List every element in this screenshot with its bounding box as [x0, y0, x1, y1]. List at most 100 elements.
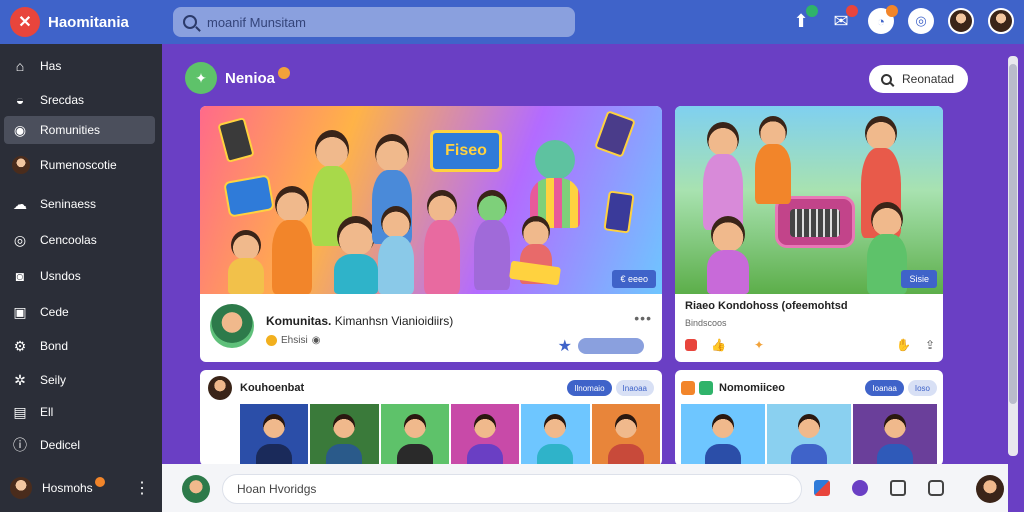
- sidebar-item-label: Srecdas: [40, 93, 85, 107]
- flag-icon[interactable]: [685, 339, 697, 351]
- sidebar-item-cede[interactable]: ▣ Cede: [4, 298, 155, 326]
- share-icon[interactable]: ⇪: [925, 338, 935, 352]
- sidebar-item-dedicel[interactable]: ⓘ Dedicel: [4, 431, 155, 459]
- sidebar-profile[interactable]: Hosmohs ⋮: [10, 474, 150, 502]
- video-thumbnail[interactable]: [591, 404, 660, 466]
- thumbs-up-icon[interactable]: 👍: [711, 338, 726, 352]
- sidebar-item-usndos[interactable]: ◙ Usndos: [4, 262, 155, 290]
- child-figure: [472, 190, 512, 290]
- image-icon[interactable]: [890, 480, 906, 496]
- video-thumbnail[interactable]: [380, 404, 449, 466]
- sidebar-item-bond[interactable]: ⚙ Bond: [4, 332, 155, 360]
- post-title[interactable]: Komunitas. Kimanhsn Vianioidiirs): [266, 314, 453, 328]
- message-input[interactable]: Hoan Hvoridgs: [222, 474, 802, 504]
- child-figure: [226, 230, 266, 294]
- activity-icon[interactable]: ◔: [868, 5, 898, 34]
- recent-button-label: Reonatad: [902, 72, 955, 86]
- coin-icon: [266, 335, 277, 346]
- sidebar-item-cencoolas[interactable]: ◎ Cencoolas: [4, 226, 155, 254]
- sidebar-item-ell[interactable]: ▤ Ell: [4, 398, 155, 426]
- chat-icon[interactable]: ◎: [908, 8, 934, 34]
- video-thumbnail[interactable]: [681, 404, 765, 466]
- video-thumbnail[interactable]: [310, 404, 379, 466]
- video-thumbnail[interactable]: [450, 404, 520, 466]
- gift-icon[interactable]: ✦: [754, 338, 764, 352]
- video-card[interactable]: Nomomiiceo Ioanaa Ioso: [675, 370, 943, 466]
- hero-image: Fiseo € eeeo: [200, 106, 662, 294]
- user-avatar[interactable]: [948, 8, 974, 34]
- avatar[interactable]: [210, 304, 254, 348]
- profile-avatar[interactable]: [988, 8, 1014, 34]
- thumbnail-strip: [681, 404, 937, 466]
- hero-sign: Fiseo: [430, 130, 502, 172]
- more-horizontal-icon[interactable]: •••: [634, 310, 652, 326]
- avatar[interactable]: [976, 475, 1004, 503]
- chip-secondary[interactable]: Inaoaa: [615, 380, 654, 396]
- video-thumbnail[interactable]: [853, 404, 937, 466]
- post-row: Komunitas. Kimanhsn Vianioidiirs) Ehsisi…: [210, 304, 652, 356]
- attach-icon[interactable]: [814, 480, 830, 496]
- chip-secondary[interactable]: Ioso: [907, 380, 937, 396]
- camera-icon[interactable]: [928, 480, 944, 496]
- card-title[interactable]: Nomomiiceo: [719, 382, 785, 394]
- child-figure: [422, 190, 462, 294]
- hero-tag[interactable]: € eeeo: [612, 270, 656, 288]
- info-icon: ◉: [311, 335, 321, 346]
- notification-dot: [94, 477, 105, 487]
- sidebar-item-explore[interactable]: ◒ Srecdas: [4, 86, 155, 114]
- child-figure: [376, 206, 416, 294]
- hero-tag[interactable]: Sisie: [901, 270, 937, 288]
- scrollbar-thumb[interactable]: [1009, 64, 1017, 404]
- search-icon: [183, 15, 197, 29]
- chip-primary[interactable]: Ioanaa: [865, 380, 904, 396]
- sidebar-item-home[interactable]: ⌂ Has: [4, 52, 155, 80]
- scrollbar[interactable]: [1008, 56, 1018, 456]
- star-icon[interactable]: ★: [558, 336, 572, 356]
- main-content: ✦ Nenioa Reonatad Fiseo € eeeo Komunitas…: [162, 44, 1008, 512]
- child-figure: [705, 216, 751, 294]
- community-card[interactable]: Sisie Riaeo Kondohoss (ofeemohtsd Bindsc…: [675, 106, 943, 362]
- settings-icon: ✲: [14, 371, 26, 388]
- search-input[interactable]: [207, 14, 547, 30]
- more-vertical-icon[interactable]: ⋮: [134, 478, 150, 498]
- search-bar[interactable]: [173, 7, 575, 37]
- profile-name: Hosmohs: [42, 481, 93, 495]
- hand-icon[interactable]: ✋: [896, 338, 911, 352]
- community-card[interactable]: Fiseo € eeeo Komunitas. Kimanhsn Vianioi…: [200, 106, 662, 362]
- sidebar-item-label: Cencoolas: [40, 233, 97, 247]
- chip-primary[interactable]: Ilnomaio: [567, 380, 612, 396]
- video-thumbnail[interactable]: [240, 404, 309, 466]
- avatar: [10, 477, 32, 499]
- sidebar-item-communities[interactable]: ◉ Romunities: [4, 116, 155, 144]
- notifications-icon[interactable]: ✉: [828, 5, 858, 34]
- post-title-rest: Kimanhsn Vianioidiirs): [334, 314, 454, 328]
- recent-button[interactable]: Reonatad: [869, 65, 968, 93]
- sidebar-item-label: Cede: [40, 305, 69, 319]
- sidebar-item-seninaess[interactable]: ☁ Seninaess: [4, 190, 155, 218]
- window-icon: ◙: [15, 268, 25, 284]
- info-icon: ⓘ: [13, 437, 27, 453]
- community-logo-icon: ✦: [185, 62, 217, 94]
- card-header: Kouhoenbat Ilnomaio Inaoaa: [208, 376, 654, 400]
- sidebar-item-seily[interactable]: ✲ Seily: [4, 366, 155, 394]
- join-button[interactable]: [578, 338, 644, 354]
- emoji-icon[interactable]: [852, 480, 868, 496]
- video-card[interactable]: Kouhoenbat Ilnomaio Inaoaa: [200, 370, 662, 466]
- thumbnail-strip: [240, 404, 660, 466]
- upload-icon[interactable]: ⬆: [788, 5, 818, 34]
- sidebar-item-label: Seily: [40, 373, 67, 387]
- hero-image: Sisie: [675, 106, 943, 294]
- video-thumbnail[interactable]: [767, 404, 851, 466]
- child-figure: [270, 186, 314, 294]
- tablet-illustration: [603, 190, 635, 234]
- square-icon: ▣: [13, 303, 27, 320]
- card-title[interactable]: Riaeo Kondohoss (ofeemohtsd: [685, 300, 848, 312]
- card-title[interactable]: Kouhoenbat: [240, 382, 304, 394]
- avatar[interactable]: [208, 376, 232, 400]
- avatar[interactable]: [182, 475, 210, 503]
- sidebar-item-recommended[interactable]: Rumenoscotie: [4, 151, 155, 179]
- video-thumbnail[interactable]: [521, 404, 590, 466]
- top-bar: ✕ Haomitania ⬆ ✉ ◔ ◎: [0, 0, 1024, 44]
- sidebar: ⌂ Has ◒ Srecdas ◉ Romunities Rumenoscotie ☁…: [0, 44, 162, 512]
- brand[interactable]: ✕ Haomitania: [0, 7, 160, 37]
